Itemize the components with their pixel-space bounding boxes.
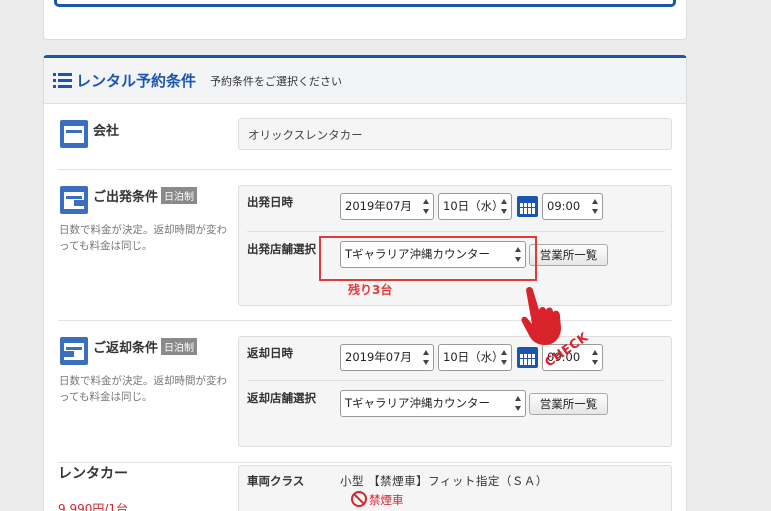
calendar-icon[interactable] bbox=[517, 196, 538, 217]
company-box: オリックスレンタカー bbox=[238, 118, 672, 150]
remaining-count: 残り3台 bbox=[348, 283, 393, 297]
return-store-label: 返却店舗選択 bbox=[247, 391, 316, 405]
car-class-label: 車両クラス bbox=[247, 474, 305, 488]
departure-note: 日数で料金が決定。返却時間が変わっても料金は同じ。 bbox=[59, 224, 227, 252]
departure-store-list-button[interactable]: 営業所一覧 bbox=[529, 244, 608, 266]
departure-month-value: 2019年07月 bbox=[345, 199, 412, 213]
list-icon bbox=[53, 73, 72, 88]
departure-time-value: 09:00 bbox=[547, 199, 581, 213]
building-icon bbox=[60, 120, 88, 148]
car-box: 車両クラス 小型 【禁煙車】フィット指定（ＳＡ） 禁煙車 bbox=[238, 465, 672, 511]
spinner-icon bbox=[501, 350, 508, 365]
divider bbox=[247, 380, 665, 381]
company-label: 会社 bbox=[93, 124, 120, 139]
no-smoking-icon bbox=[351, 491, 367, 507]
spinner-icon bbox=[501, 199, 508, 214]
rental-car-label: レンタカー bbox=[58, 466, 128, 482]
return-label-text: ご返却条件 bbox=[93, 341, 159, 356]
departure-time-select[interactable]: 09:00 bbox=[542, 193, 603, 220]
calendar-icon[interactable] bbox=[517, 347, 538, 368]
pointing-hand-icon bbox=[521, 287, 561, 345]
spinner-icon bbox=[423, 350, 430, 365]
company-row: 会社 オリックスレンタカー bbox=[58, 105, 672, 170]
previous-section-border bbox=[54, 0, 676, 7]
return-icon bbox=[60, 337, 88, 365]
divider bbox=[247, 231, 665, 232]
rental-car-price: 9,990円/1台 bbox=[58, 502, 129, 511]
company-value: オリックスレンタカー bbox=[248, 128, 363, 142]
return-store-list-button[interactable]: 営業所一覧 bbox=[529, 393, 608, 415]
return-note: 日数で料金が決定。返却時間が変わっても料金は同じ。 bbox=[59, 375, 227, 403]
departure-icon bbox=[60, 186, 88, 214]
panel-title: レンタル予約条件 bbox=[76, 72, 197, 90]
spinner-icon bbox=[515, 396, 522, 411]
departure-label: ご出発条件 日泊制 bbox=[93, 186, 198, 205]
departure-month-select[interactable]: 2019年07月 bbox=[340, 193, 434, 220]
return-month-select[interactable]: 2019年07月 bbox=[340, 344, 434, 371]
spinner-icon bbox=[423, 199, 430, 214]
departure-store-label: 出発店舗選択 bbox=[247, 242, 316, 256]
return-store-select[interactable]: Tギャラリア沖縄カウンター bbox=[340, 390, 526, 417]
previous-section-card bbox=[43, 0, 687, 40]
highlight-box bbox=[319, 236, 537, 281]
return-day-value: 10日（水） bbox=[443, 350, 504, 364]
nosmoke-text: 禁煙車 bbox=[369, 493, 404, 507]
return-box: 返却日時 2019年07月 10日（水） 09:00 返却店舗選択 Tギャラリア… bbox=[238, 336, 672, 447]
spinner-icon bbox=[592, 199, 599, 214]
return-label: ご返却条件 日泊制 bbox=[93, 337, 198, 356]
return-store-value: Tギャラリア沖縄カウンター bbox=[345, 396, 491, 410]
car-class-value: 小型 【禁煙車】フィット指定（ＳＡ） bbox=[340, 474, 548, 488]
departure-label-text: ご出発条件 bbox=[93, 190, 159, 205]
return-date-label: 返却日時 bbox=[247, 346, 293, 360]
departure-date-label: 出発日時 bbox=[247, 195, 293, 209]
panel-subtitle: 予約条件をご選択ください bbox=[210, 74, 343, 88]
return-tag: 日泊制 bbox=[161, 338, 198, 355]
spinner-icon bbox=[592, 350, 599, 365]
departure-day-value: 10日（水） bbox=[443, 199, 504, 213]
return-month-value: 2019年07月 bbox=[345, 350, 412, 364]
nosmoke-badge: 禁煙車 bbox=[351, 491, 404, 508]
departure-day-select[interactable]: 10日（水） bbox=[438, 193, 512, 220]
return-day-select[interactable]: 10日（水） bbox=[438, 344, 512, 371]
departure-tag: 日泊制 bbox=[161, 187, 198, 204]
panel-header: レンタル予約条件 予約条件をご選択ください bbox=[44, 58, 686, 104]
